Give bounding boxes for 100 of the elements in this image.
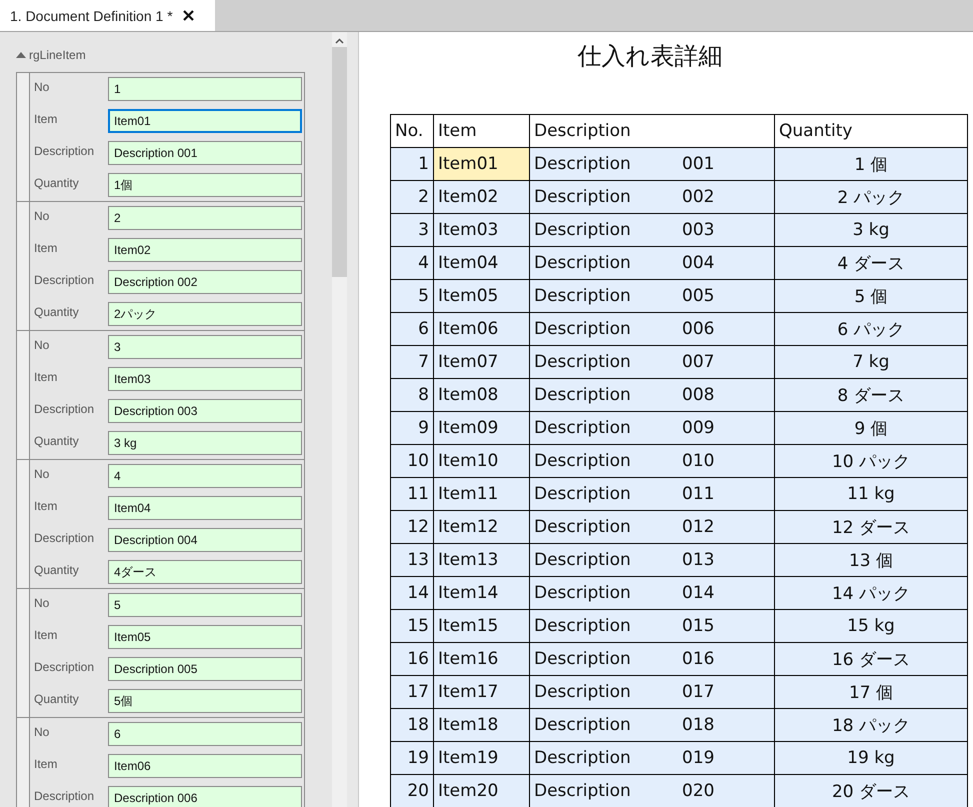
input-field[interactable]: Description 005 [108,657,302,681]
field-label: Quantity [34,691,80,708]
field-label: No [34,466,50,483]
input-field[interactable]: 2パック [108,302,302,326]
table-cell: 9 個 [774,412,968,444]
document-tab[interactable]: 1. Document Definition 1 * [0,0,215,31]
column-header: Quantity [774,114,968,148]
table-cell[interactable]: Item07 [434,346,530,378]
description-code: 002 [682,187,714,207]
description-text: Description [534,649,632,669]
field-label: Quantity [34,175,80,192]
record-handle[interactable] [17,73,30,201]
table-cell: 7 [390,346,434,378]
input-field[interactable]: 4 [108,464,302,488]
input-field[interactable]: 5個 [108,689,302,713]
description-text: Description [534,484,632,504]
description-code: 003 [682,220,714,240]
table-cell[interactable]: Item01 [434,148,530,180]
column-header: Description [530,114,774,148]
input-field[interactable]: Description 003 [108,399,302,423]
field-label: Item [34,498,58,515]
description-text: Description [534,154,632,174]
table-cell: 13 [390,544,434,576]
table-cell: 12 [390,510,434,544]
input-field[interactable]: 3 kg [108,431,302,455]
field-label: No [34,337,50,354]
table-cell: 4 ダース [774,246,968,280]
description-code: 001 [682,154,714,174]
table-cell[interactable]: Item09 [434,412,530,444]
table-cell: 8 ダース [774,378,968,412]
scrollbar[interactable] [332,32,347,807]
input-field[interactable]: 1個 [108,173,302,197]
input-field[interactable]: 5 [108,593,302,617]
table-cell[interactable]: Item16 [434,642,530,676]
description-text: Description [534,682,632,702]
table-cell: 6 [390,312,434,346]
input-field[interactable]: Description 004 [108,528,302,552]
table-cell: 11 kg [774,478,968,510]
input-field[interactable]: 6 [108,722,302,746]
table-cell[interactable]: Item13 [434,544,530,576]
table-cell: 19 [390,742,434,774]
input-field[interactable]: Description 001 [108,141,302,165]
field-label: Item [34,240,58,257]
table-cell: 1 [390,148,434,180]
input-field[interactable]: 1 [108,77,302,101]
record-handle[interactable] [17,460,30,588]
table-cell[interactable]: Item08 [434,378,530,412]
table-cell[interactable]: Item17 [434,676,530,708]
record-handle[interactable] [17,589,30,717]
description-code: 008 [682,385,714,405]
table-cell: 4 [390,246,434,280]
field-label: Description [34,659,96,676]
input-field[interactable]: 2 [108,206,302,230]
table-cell[interactable]: Item15 [434,610,530,642]
input-field[interactable]: Description 002 [108,270,302,294]
table-cell: 10 パック [774,444,968,478]
collapse-triangle-icon[interactable] [16,52,26,58]
description-text: Description [534,319,632,339]
record-handle[interactable] [17,331,30,459]
close-icon[interactable] [182,10,194,21]
input-field[interactable]: Item02 [108,238,302,262]
table-cell[interactable]: Item11 [434,478,530,510]
table-cell[interactable]: Item06 [434,312,530,346]
record-handle[interactable] [17,202,30,330]
description-code: 014 [682,583,714,603]
field-label: No [34,79,50,96]
input-field[interactable]: Item01 [108,109,302,133]
field-label: Description [34,143,96,160]
description-code: 019 [682,748,714,768]
input-field[interactable]: Description 006 [108,786,302,807]
table-cell[interactable]: Item19 [434,742,530,774]
table-cell[interactable]: Item04 [434,246,530,280]
table-cell: 2 パック [774,180,968,214]
scroll-thumb[interactable] [332,47,347,277]
description-code: 017 [682,682,714,702]
input-field[interactable]: Item04 [108,496,302,520]
table-cell[interactable]: Item20 [434,774,530,807]
input-field[interactable]: 3 [108,335,302,359]
input-field[interactable]: Item06 [108,754,302,778]
table-cell: 17 [390,676,434,708]
table-cell[interactable]: Item03 [434,214,530,246]
description-code: 010 [682,451,714,471]
table-cell: 15 kg [774,610,968,642]
input-field[interactable]: Item05 [108,625,302,649]
table-cell[interactable]: Item05 [434,280,530,312]
table-cell[interactable]: Item02 [434,180,530,214]
table-cell[interactable]: Item14 [434,576,530,610]
table-cell[interactable]: Item12 [434,510,530,544]
input-field[interactable]: Item03 [108,367,302,391]
table-cell[interactable]: Item10 [434,444,530,478]
table-cell: 9 [390,412,434,444]
description-code: 007 [682,352,714,372]
table-cell[interactable]: Item18 [434,708,530,742]
description-code: 018 [682,715,714,735]
description-text: Description [534,187,632,207]
scroll-up-icon[interactable] [335,38,344,44]
description-text: Description [534,352,632,372]
description-text: Description [534,220,632,240]
table-cell: 12 ダース [774,510,968,544]
input-field[interactable]: 4ダース [108,560,302,584]
